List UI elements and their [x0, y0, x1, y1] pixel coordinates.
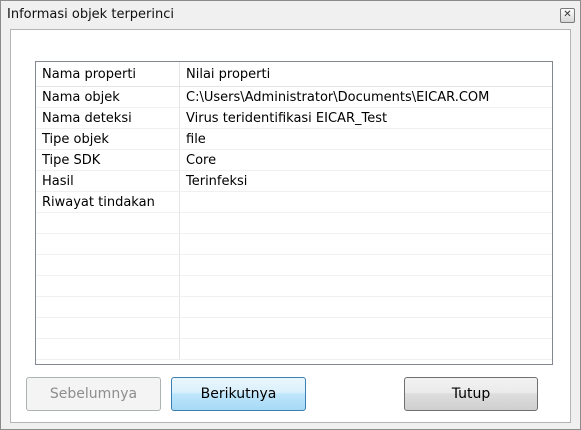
table-row[interactable]: Nama deteksi Virus teridentifikasi EICAR_… [36, 107, 552, 129]
property-name-cell [36, 296, 180, 318]
object-info-dialog: Informasi objek terperinci ✕ Nama proper… [0, 0, 581, 430]
table-row[interactable]: Nama objek C:\Users\Administrator\Documen… [36, 86, 552, 108]
property-value-cell [179, 212, 552, 234]
table-row[interactable] [36, 212, 552, 234]
content-panel: Nama properti Nilai properti Nama objek C… [10, 29, 571, 423]
property-value-cell [179, 254, 552, 276]
property-name-cell: Hasil [36, 170, 180, 192]
property-value-cell [179, 275, 552, 297]
property-name-cell [36, 317, 180, 339]
table-row[interactable] [36, 296, 552, 318]
table-row[interactable]: Riwayat tindakan [36, 191, 552, 213]
table-row[interactable] [36, 275, 552, 297]
property-value-cell: C:\Users\Administrator\Documents\EICAR.C… [179, 86, 552, 108]
property-name-cell: Nama objek [36, 86, 180, 108]
table-row[interactable] [36, 254, 552, 276]
property-name-cell: Nama deteksi [36, 107, 180, 129]
property-value-cell: Terinfeksi [179, 170, 552, 192]
property-name-cell: Tipe objek [36, 128, 180, 150]
property-name-cell [36, 254, 180, 276]
table-row[interactable]: Hasil Terinfeksi [36, 170, 552, 192]
property-value-cell [179, 233, 552, 255]
table-row[interactable] [36, 233, 552, 255]
property-name-cell [36, 275, 180, 297]
property-value-cell: Virus teridentifikasi EICAR_Test [179, 107, 552, 129]
property-name-cell: Riwayat tindakan [36, 191, 180, 213]
table-row[interactable]: Tipe SDK Core [36, 149, 552, 171]
title-bar: Informasi objek terperinci ✕ [1, 1, 580, 29]
property-value-cell [179, 338, 552, 360]
window-title: Informasi objek terperinci [7, 7, 174, 22]
property-name-cell [36, 212, 180, 234]
next-button[interactable]: Berikutnya [171, 377, 306, 411]
close-button[interactable]: Tutup [404, 377, 538, 411]
property-list[interactable]: Nama properti Nilai properti Nama objek C… [35, 61, 553, 365]
property-value-cell [179, 317, 552, 339]
table-row[interactable]: Tipe objek file [36, 128, 552, 150]
property-name-cell: Tipe SDK [36, 149, 180, 171]
table-row[interactable] [36, 317, 552, 339]
property-name-cell [36, 233, 180, 255]
column-header-property-value[interactable]: Nilai properti [179, 62, 552, 87]
property-value-cell [179, 191, 552, 213]
previous-button[interactable]: Sebelumnya [26, 377, 161, 411]
property-value-cell: Core [179, 149, 552, 171]
property-value-cell [179, 296, 552, 318]
table-row[interactable] [36, 338, 552, 360]
property-name-cell [36, 338, 180, 360]
property-value-cell: file [179, 128, 552, 150]
column-header-property-name[interactable]: Nama properti [36, 62, 180, 87]
property-table: Nama properti Nilai properti Nama objek C… [36, 62, 552, 360]
close-icon[interactable]: ✕ [560, 8, 575, 23]
table-header-row: Nama properti Nilai properti [36, 62, 552, 87]
